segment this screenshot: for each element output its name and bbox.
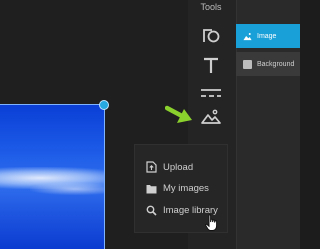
text-icon (204, 57, 218, 73)
layer-item-background[interactable]: Background (236, 52, 300, 76)
square-icon (243, 59, 252, 69)
menu-item-label: My images (163, 183, 209, 194)
cloud-band-secondary (30, 183, 104, 195)
canvas-image-element[interactable] (0, 104, 105, 249)
layer-label: Background (257, 60, 295, 68)
resize-handle[interactable] (99, 100, 109, 110)
image-tool-button[interactable] (196, 104, 226, 130)
layer-label: Image (257, 32, 277, 40)
hand-cursor-icon (205, 214, 218, 231)
menu-item-my-images[interactable]: My images (146, 183, 209, 194)
image-icon (201, 109, 221, 124)
layer-item-image[interactable]: Image (236, 24, 300, 48)
tools-title: Tools (200, 2, 222, 12)
lines-tool-button[interactable] (196, 80, 226, 106)
shapes-tool-button[interactable] (196, 22, 226, 48)
text-tool-button[interactable] (196, 52, 226, 78)
annotation-arrow-icon (165, 105, 192, 123)
upload-icon (146, 161, 157, 173)
menu-item-upload[interactable]: Upload (146, 161, 193, 173)
search-icon (146, 205, 157, 216)
folder-icon (146, 184, 157, 193)
image-icon (243, 32, 252, 40)
shapes-icon (203, 29, 220, 43)
lines-icon (201, 89, 221, 97)
menu-item-label: Upload (163, 161, 194, 173)
